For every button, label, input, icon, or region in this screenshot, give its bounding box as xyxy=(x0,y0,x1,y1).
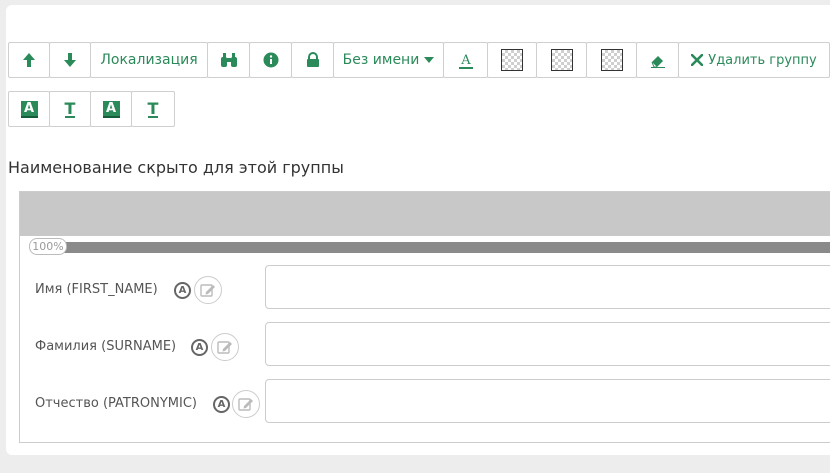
style-t-underline-button[interactable]: T xyxy=(49,91,91,127)
style-a-filled-icon: A xyxy=(20,100,38,118)
localization-button[interactable]: Локализация xyxy=(90,42,208,78)
eraser-icon xyxy=(650,56,665,68)
auto-badge-icon: A xyxy=(174,282,191,299)
auto-badge-text: A xyxy=(178,285,187,296)
lock-icon xyxy=(306,52,319,67)
text-color-icon: A xyxy=(458,53,473,69)
move-up-button[interactable] xyxy=(8,42,50,78)
pencil-square-icon xyxy=(238,398,253,411)
auto-badge-icon: A xyxy=(191,339,208,356)
hidden-name-notice: Наименование скрыто для этой группы xyxy=(8,158,344,177)
surname-input[interactable] xyxy=(265,322,830,366)
auto-badge-icon: A xyxy=(213,396,230,413)
binoculars-icon xyxy=(220,53,237,67)
style-t-underline-alt-icon: T xyxy=(147,98,159,118)
style-a-filled-glyph: A xyxy=(23,100,35,116)
delete-group-button[interactable]: Удалить группу xyxy=(678,42,830,78)
arrow-up-icon xyxy=(23,53,35,67)
first-name-input[interactable] xyxy=(265,265,830,309)
style-a-filled-button[interactable]: A xyxy=(8,91,50,127)
style-a-filled-alt-button[interactable]: A xyxy=(90,91,132,127)
style-a-filled-alt-icon: A xyxy=(102,100,120,118)
caret-down-icon xyxy=(424,57,435,63)
search-button[interactable] xyxy=(207,42,250,78)
border-color-button[interactable] xyxy=(536,42,587,78)
checker-icon xyxy=(501,49,523,71)
field-group: 100% Имя (FIRST_NAME) A Фамилия (SURNAME… xyxy=(19,191,830,443)
background-color-button[interactable] xyxy=(487,42,537,78)
name-select[interactable]: Без имени xyxy=(333,42,444,78)
surname-label: Фамилия (SURNAME) xyxy=(35,339,177,354)
patronymic-label: Отчество (PATRONYMIC) xyxy=(35,396,197,411)
progress-bar xyxy=(64,242,830,253)
text-color-button[interactable]: A xyxy=(443,42,488,78)
localization-label: Локализация xyxy=(100,52,198,68)
patronymic-input[interactable] xyxy=(265,379,830,423)
edit-first-name-button[interactable] xyxy=(194,276,222,304)
clear-style-button[interactable] xyxy=(636,42,679,78)
move-down-button[interactable] xyxy=(49,42,91,78)
fill-color-button[interactable] xyxy=(586,42,637,78)
style-t-underline-alt-button[interactable]: T xyxy=(131,91,175,127)
auto-badge-text: A xyxy=(217,399,226,410)
auto-badge-text: A xyxy=(195,342,204,353)
lock-button[interactable] xyxy=(291,42,334,78)
arrow-down-icon xyxy=(64,53,76,67)
group-header-bar xyxy=(20,192,830,236)
edit-surname-button[interactable] xyxy=(211,333,239,361)
style-a-filled-alt-glyph: A xyxy=(105,100,117,116)
pencil-square-icon xyxy=(200,284,215,297)
info-icon xyxy=(263,52,278,68)
checker-icon xyxy=(550,49,573,71)
checker-icon xyxy=(600,49,623,71)
delete-group-label: Удалить группу xyxy=(708,52,817,68)
edit-patronymic-button[interactable] xyxy=(232,390,260,418)
style-t-underline-icon: T xyxy=(64,98,76,118)
progress-label: 100% xyxy=(29,238,67,255)
page-card: Локализация Без имени A Удалить группу A… xyxy=(6,5,830,455)
close-icon xyxy=(691,54,704,66)
name-select-label: Без имени xyxy=(342,52,420,68)
first-name-label: Имя (FIRST_NAME) xyxy=(35,282,158,297)
info-button[interactable] xyxy=(249,42,292,78)
pencil-square-icon xyxy=(217,341,232,354)
svg-text:A: A xyxy=(460,53,471,68)
